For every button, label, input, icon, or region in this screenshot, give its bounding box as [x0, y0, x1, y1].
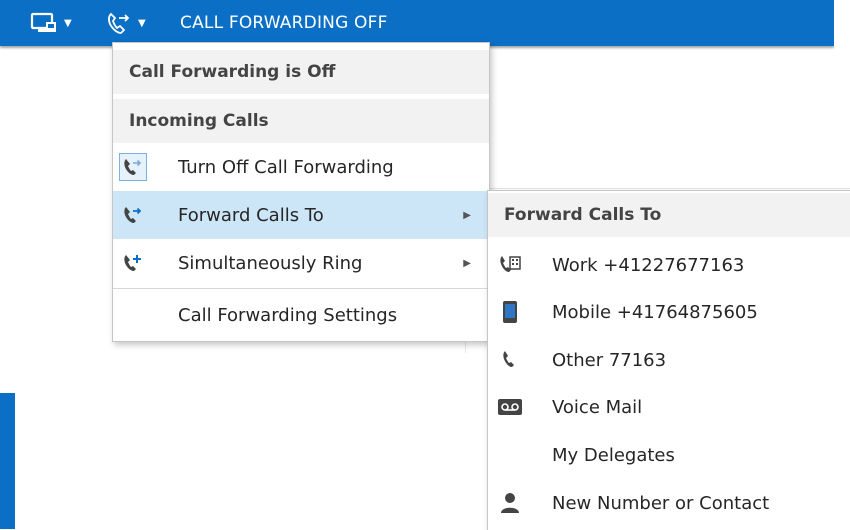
chevron-down-icon: ▼ — [138, 17, 146, 29]
phone-plus-icon — [119, 249, 147, 277]
submenu-item-label: New Number or Contact — [552, 492, 770, 514]
forward-calls-to-submenu: Forward Calls To Work +41227677163 Mobil… — [487, 190, 850, 530]
incoming-calls-heading: Incoming Calls — [129, 111, 269, 131]
submenu-item-voice-mail[interactable]: Voice Mail — [488, 383, 850, 431]
desk-phone-icon — [496, 251, 524, 279]
menu-item-label: Forward Calls To — [178, 204, 324, 226]
submenu-item-work[interactable]: Work +41227677163 — [488, 241, 850, 289]
menu-item-label: Turn Off Call Forwarding — [178, 156, 394, 178]
menu-separator — [113, 288, 489, 289]
menu-item-forward-calls-to[interactable]: Forward Calls To ▶ — [113, 191, 489, 239]
call-forwarding-menu: Call Forwarding is Off Incoming Calls Tu… — [112, 42, 490, 342]
background-divider — [486, 188, 850, 189]
submenu-item-new-number[interactable]: New Number or Contact — [488, 479, 850, 527]
submenu-item-my-delegates[interactable]: My Delegates — [488, 431, 850, 479]
background-window-edge — [0, 393, 15, 529]
menu-item-simultaneously-ring[interactable]: Simultaneously Ring ▶ — [113, 239, 489, 287]
presence-display-icon — [30, 12, 56, 32]
phone-forward-icon — [119, 201, 147, 229]
call-forwarding-button[interactable]: ▼ — [106, 0, 146, 46]
phone-icon — [496, 346, 524, 374]
menu-item-label: Call Forwarding Settings — [178, 304, 398, 326]
menu-item-forwarding-settings[interactable]: Call Forwarding Settings — [113, 291, 489, 339]
conversation-toolbar: ▼ ▼ CALL FORWARDING OFF — [0, 0, 834, 46]
submenu-item-label: My Delegates — [552, 444, 675, 466]
submenu-header: Forward Calls To — [488, 193, 850, 237]
menu-item-label: Simultaneously Ring — [178, 252, 363, 274]
menu-status-header: Call Forwarding is Off — [113, 50, 489, 94]
person-icon — [496, 489, 524, 517]
submenu-item-other[interactable]: Other 77163 — [488, 336, 850, 384]
submenu-arrow-icon: ▶ — [463, 209, 471, 221]
submenu-item-label: Voice Mail — [552, 396, 643, 418]
voicemail-icon — [496, 393, 524, 421]
submenu-item-mobile[interactable]: Mobile +41764875605 — [488, 288, 850, 336]
call-forwarding-status-text: Call Forwarding is Off — [129, 62, 336, 82]
phone-forward-icon — [119, 153, 147, 181]
presence-display-button[interactable]: ▼ — [30, 0, 72, 46]
submenu-item-label: Other 77163 — [552, 349, 667, 371]
menu-section-header: Incoming Calls — [113, 99, 489, 143]
submenu-arrow-icon: ▶ — [463, 257, 471, 269]
menu-item-turn-off-forwarding[interactable]: Turn Off Call Forwarding — [113, 143, 489, 191]
window-edge — [834, 0, 850, 46]
forward-calls-to-heading: Forward Calls To — [504, 205, 662, 225]
submenu-item-label: Work +41227677163 — [552, 254, 745, 276]
mobile-phone-icon — [496, 298, 524, 326]
submenu-item-label: Mobile +41764875605 — [552, 301, 758, 323]
call-forwarding-status[interactable]: CALL FORWARDING OFF — [180, 13, 388, 33]
call-forwarding-icon — [108, 12, 130, 34]
chevron-down-icon: ▼ — [64, 17, 72, 29]
